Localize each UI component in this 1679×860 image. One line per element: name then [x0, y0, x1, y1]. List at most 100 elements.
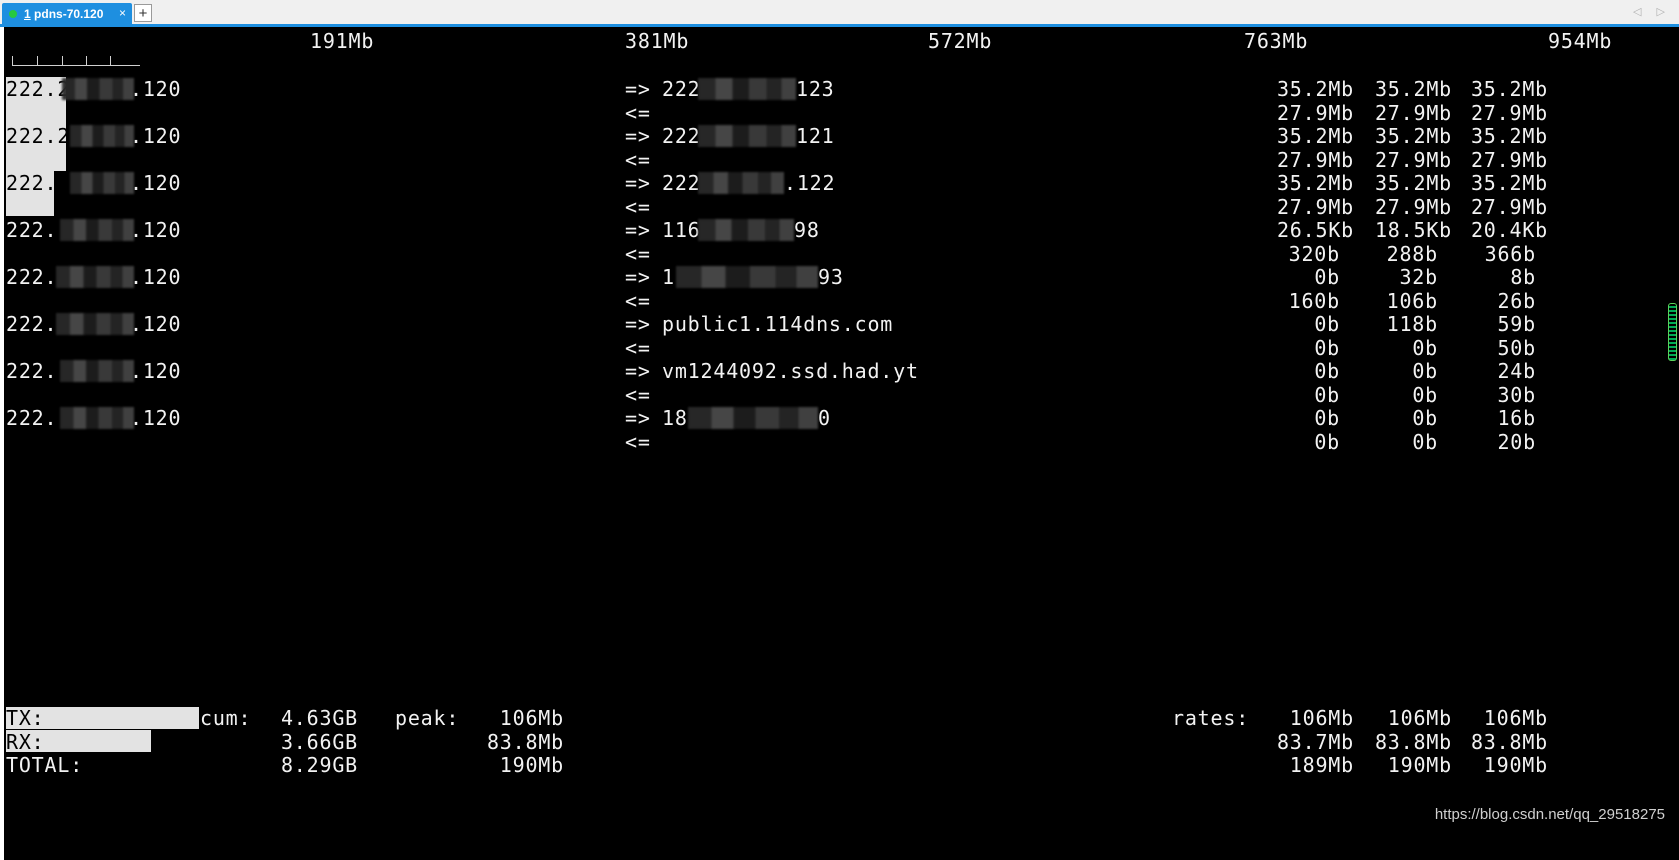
- rate-2s: 0b: [1314, 359, 1340, 383]
- scrollbar[interactable]: [1668, 303, 1677, 361]
- total-rate-2s: 189Mb: [1289, 753, 1354, 777]
- redacted-address: [676, 266, 818, 288]
- direction-out: =>: [625, 265, 651, 289]
- local-host: 222.: [6, 312, 58, 336]
- rate-10s: 0b: [1412, 406, 1438, 430]
- redacted-address: [698, 172, 784, 194]
- rate-2s: 27.9Mb: [1276, 101, 1354, 125]
- rate-10s: 288b: [1386, 242, 1438, 266]
- local-host: 222.: [6, 406, 58, 430]
- direction-out: =>: [625, 218, 651, 242]
- rate-10s: 27.9Mb: [1374, 195, 1452, 219]
- scale-tick: [62, 56, 63, 66]
- rate-40s: 20.4Kb: [1470, 218, 1548, 242]
- rate-2s: 27.9Mb: [1276, 195, 1354, 219]
- redacted-address: [70, 125, 134, 147]
- rx-rate-2s: 83.7Mb: [1276, 730, 1354, 754]
- remote-host: vm1244092.ssd.had.yt: [662, 359, 919, 383]
- rate-10s: 106b: [1386, 289, 1438, 313]
- session-tab[interactable]: 1 pdns-70.120 ×: [2, 3, 132, 24]
- local-host: 222.: [6, 265, 58, 289]
- rate-40s: 59b: [1497, 312, 1536, 336]
- local-host-suffix: .120: [130, 124, 182, 148]
- scale-tick: [12, 56, 13, 66]
- remote-host: 222: [662, 171, 701, 195]
- redacted-address: [698, 78, 796, 100]
- rate-40s: 35.2Mb: [1470, 124, 1548, 148]
- local-host-suffix: .120: [130, 171, 182, 195]
- rate-10s: 32b: [1399, 265, 1438, 289]
- total-peak: 190Mb: [499, 753, 564, 777]
- tx-peak: 106Mb: [499, 706, 564, 730]
- rate-10s: 0b: [1412, 430, 1438, 454]
- redacted-address: [56, 313, 134, 335]
- tab-bar: 1 pdns-70.120 × + ◁ ▷: [0, 0, 1679, 27]
- rx-peak: 83.8Mb: [486, 730, 564, 754]
- terminal-window[interactable]: 191Mb 381Mb 572Mb 763Mb 954Mb 222.2 .120…: [4, 27, 1679, 860]
- redacted-address: [60, 360, 134, 382]
- direction-in: <=: [625, 336, 651, 360]
- redacted-address: [70, 172, 134, 194]
- total-cum: 8.29GB: [280, 753, 358, 777]
- local-host-suffix: .120: [130, 406, 182, 430]
- direction-in: <=: [625, 101, 651, 125]
- total-label: TOTAL:: [6, 753, 84, 777]
- local-host: 222.2: [6, 171, 71, 195]
- rate-10s: 0b: [1412, 336, 1438, 360]
- redacted-address: [62, 78, 134, 100]
- scale-label: 381Mb: [625, 29, 690, 53]
- redacted-address: [698, 219, 794, 241]
- rate-40s: 16b: [1497, 406, 1536, 430]
- local-host: 222.2: [6, 124, 71, 148]
- cum-label: cum:: [200, 706, 252, 730]
- local-host-suffix: .120: [130, 312, 182, 336]
- redacted-address: [698, 125, 796, 147]
- tab-scroll-arrows[interactable]: ◁ ▷: [1633, 5, 1671, 18]
- local-host: 222.: [6, 359, 58, 383]
- redacted-address: [60, 407, 134, 429]
- redacted-address: [56, 266, 134, 288]
- direction-out: =>: [625, 124, 651, 148]
- rate-40s: 35.2Mb: [1470, 77, 1548, 101]
- local-host-suffix: .120: [130, 77, 182, 101]
- rate-2s: 27.9Mb: [1276, 148, 1354, 172]
- remote-host-suffix: 93: [818, 265, 844, 289]
- direction-out: =>: [625, 312, 651, 336]
- rx-cum: 3.66GB: [280, 730, 358, 754]
- rate-40s: 8b: [1510, 265, 1536, 289]
- connected-status-icon: [9, 10, 17, 18]
- rate-2s: 0b: [1314, 430, 1340, 454]
- scale-label: 954Mb: [1548, 29, 1613, 53]
- rate-2s: 0b: [1314, 383, 1340, 407]
- tx-label: TX:: [6, 706, 45, 730]
- rate-2s: 160b: [1288, 289, 1340, 313]
- close-icon[interactable]: ×: [119, 6, 126, 20]
- rate-2s: 26.5Kb: [1276, 218, 1354, 242]
- rate-40s: 20b: [1497, 430, 1536, 454]
- tx-rate-2s: 106Mb: [1289, 706, 1354, 730]
- direction-out: =>: [625, 359, 651, 383]
- redacted-address: [688, 407, 818, 429]
- tx-cum: 4.63GB: [280, 706, 358, 730]
- rate-40s: 24b: [1497, 359, 1536, 383]
- rx-label: RX:: [6, 730, 45, 754]
- scale-tick: [37, 56, 38, 66]
- rate-10s: 35.2Mb: [1374, 77, 1452, 101]
- direction-in: <=: [625, 242, 651, 266]
- rate-2s: 0b: [1314, 312, 1340, 336]
- remote-host: 1: [662, 265, 675, 289]
- rate-10s: 35.2Mb: [1374, 171, 1452, 195]
- rate-10s: 0b: [1412, 383, 1438, 407]
- scale-label: 763Mb: [1244, 29, 1309, 53]
- direction-out: =>: [625, 171, 651, 195]
- direction-out: =>: [625, 406, 651, 430]
- rate-40s: 366b: [1484, 242, 1536, 266]
- total-rate-10s: 190Mb: [1387, 753, 1452, 777]
- rx-rate-10s: 83.8Mb: [1374, 730, 1452, 754]
- local-host: 222.: [6, 218, 58, 242]
- rate-10s: 118b: [1386, 312, 1438, 336]
- redacted-address: [60, 219, 134, 241]
- rate-10s: 27.9Mb: [1374, 148, 1452, 172]
- new-tab-button[interactable]: +: [134, 4, 152, 22]
- tx-rate-10s: 106Mb: [1387, 706, 1452, 730]
